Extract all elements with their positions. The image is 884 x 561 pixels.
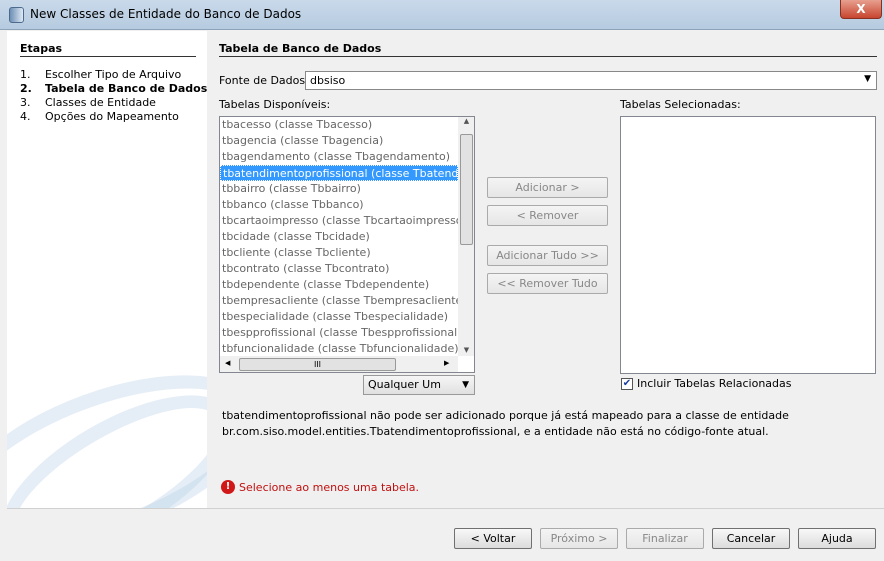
step-1: 1. Escolher Tipo de Arquivo <box>20 68 181 81</box>
selected-tables-label: Tabelas Selecionadas: <box>620 98 741 111</box>
divider <box>7 508 884 509</box>
table-list-item[interactable]: tbempresacliente (classe Tbempresaclient… <box>220 293 458 309</box>
table-list-item[interactable]: tbdependente (classe Tbdependente) <box>220 277 458 293</box>
scroll-left-icon[interactable]: ◀ <box>225 359 230 367</box>
scroll-up-icon[interactable]: ▲ <box>458 117 474 125</box>
info-line: br.com.siso.model.entities.Tbatendimento… <box>222 425 769 438</box>
help-button[interactable]: Ajuda <box>798 528 876 549</box>
table-list-item[interactable]: tbcliente (classe Tbcliente) <box>220 245 458 261</box>
table-list-item[interactable]: tbcidade (classe Tbcidade) <box>220 229 458 245</box>
next-button[interactable]: Próximo > <box>540 528 618 549</box>
add-all-button[interactable]: Adicionar Tudo >> <box>487 245 608 266</box>
info-message: tbatendimentoprofissional não pode ser a… <box>222 408 789 440</box>
filter-value: Qualquer Um <box>368 378 441 391</box>
step-label: Tabela de Banco de Dados <box>45 82 208 95</box>
datasource-label: Fonte de Dados: <box>219 74 309 87</box>
chevron-down-icon: ▼ <box>462 380 469 390</box>
add-button[interactable]: Adicionar > <box>487 177 608 198</box>
step-label: Classes de Entidade <box>45 96 156 109</box>
info-line: tbatendimentoprofissional não pode ser a… <box>222 409 789 422</box>
divider <box>20 56 196 57</box>
include-related-label: Incluir Tabelas Relacionadas <box>637 377 792 390</box>
step-2: 2. Tabela de Banco de Dados <box>20 82 207 95</box>
close-button[interactable]: X <box>840 0 882 19</box>
scroll-right-icon[interactable]: ▶ <box>444 359 449 367</box>
step-3: 3. Classes de Entidade <box>20 96 156 109</box>
app-icon <box>9 7 24 23</box>
table-list-item[interactable]: tbcartaoimpresso (classe Tbcartaoimpress… <box>220 213 458 229</box>
steps-title: Etapas <box>20 42 63 55</box>
error-icon: ! <box>221 480 235 494</box>
available-tables-list[interactable]: tbacesso (classe Tbacesso) tbagencia (cla… <box>219 116 475 373</box>
scroll-down-icon[interactable]: ▼ <box>458 346 474 354</box>
table-list-item[interactable]: tbagendamento (classe Tbagendamento) <box>220 149 458 165</box>
datasource-value: dbsiso <box>310 74 346 87</box>
step-number: 2. <box>20 82 32 95</box>
table-list-item[interactable]: tbespecialidade (classe Tbespecialidade) <box>220 309 458 325</box>
divider <box>219 56 877 57</box>
table-list-item[interactable]: tbbanco (classe Tbbanco) <box>220 197 458 213</box>
step-number: 3. <box>20 96 31 109</box>
vertical-scrollbar[interactable]: ▲ ▼ <box>458 117 474 356</box>
available-tables-label: Tabelas Disponíveis: <box>219 98 331 111</box>
step-label: Escolher Tipo de Arquivo <box>45 68 182 81</box>
finish-button[interactable]: Finalizar <box>626 528 704 549</box>
table-list-item[interactable]: tbfuncionalidade (classe Tbfuncionalidad… <box>220 341 458 357</box>
step-number: 4. <box>20 110 31 123</box>
table-list-item[interactable]: tbacesso (classe Tbacesso) <box>220 117 458 133</box>
scroll-thumb[interactable]: III <box>239 358 396 371</box>
step-number: 1. <box>20 68 31 81</box>
selected-tables-list[interactable] <box>620 116 876 374</box>
window-title: New Classes de Entidade do Banco de Dado… <box>30 7 302 21</box>
section-title: Tabela de Banco de Dados <box>219 42 382 55</box>
table-list-item[interactable]: tbatendimentoprofissional (classe Tbaten… <box>220 165 458 181</box>
error-message: Selecione ao menos uma tabela. <box>239 481 420 494</box>
cancel-button[interactable]: Cancelar <box>712 528 790 549</box>
step-4: 4. Opções do Mapeamento <box>20 110 179 123</box>
scroll-thumb[interactable] <box>460 134 473 245</box>
back-button[interactable]: < Voltar <box>454 528 532 549</box>
remove-button[interactable]: < Remover <box>487 205 608 226</box>
table-list-item[interactable]: tbcontrato (classe Tbcontrato) <box>220 261 458 277</box>
remove-all-button[interactable]: << Remover Tudo <box>487 273 608 294</box>
table-list-item[interactable]: tbagencia (classe Tbagencia) <box>220 133 458 149</box>
horizontal-scrollbar[interactable]: ◀ III ▶ <box>220 356 458 372</box>
chevron-down-icon: ▼ <box>864 74 871 84</box>
datasource-select[interactable]: dbsiso ▼ <box>305 71 877 90</box>
table-list-item[interactable]: tbbairro (classe Tbbairro) <box>220 181 458 197</box>
table-list-item[interactable]: tbespprofissional (classe Tbespprofissio… <box>220 325 458 341</box>
step-label: Opções do Mapeamento <box>45 110 179 123</box>
filter-select[interactable]: Qualquer Um ▼ <box>363 375 475 395</box>
include-related-checkbox[interactable]: ✔ <box>621 378 633 390</box>
